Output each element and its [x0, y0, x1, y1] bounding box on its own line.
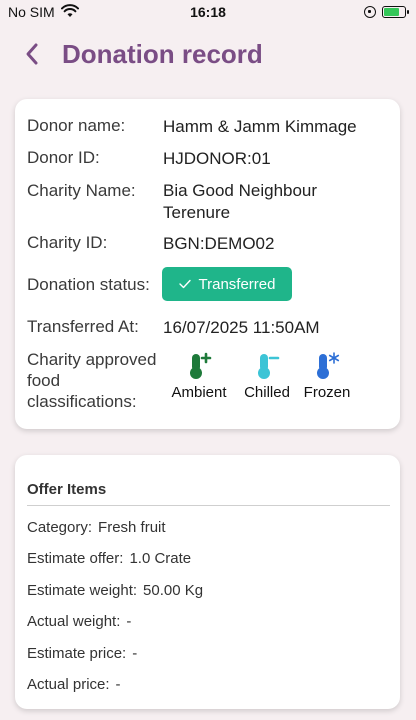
- transferred-at-label: Transferred At:: [27, 317, 139, 336]
- charity-name-line1: Bia Good Neighbour: [163, 181, 318, 200]
- donor-name-value: Hamm & Jamm Kimmage: [163, 117, 357, 136]
- classifications-label: Charity approved food classifications:: [27, 349, 156, 412]
- page-header: Donation record: [0, 32, 416, 76]
- estimate-price-value: -: [132, 645, 138, 662]
- transferred-at-value: 16/07/2025 11:50AM: [163, 318, 320, 337]
- classification-ambient: Ambient: [167, 351, 231, 401]
- estimate-weight-label: Estimate weight:: [27, 582, 138, 599]
- offer-estimate-price-row: Estimate price: -: [27, 645, 137, 662]
- category-value: Fresh fruit: [98, 519, 166, 536]
- actual-weight-label: Actual weight:: [27, 613, 121, 630]
- offer-items-title: Offer Items: [27, 481, 107, 498]
- back-button[interactable]: [16, 38, 48, 70]
- battery-icon: [382, 6, 409, 18]
- donor-id-label: Donor ID:: [27, 148, 100, 167]
- classification-chilled-label: Chilled: [244, 384, 290, 401]
- status-badge-label: Transferred: [198, 275, 276, 293]
- thermometer-minus-icon: [237, 351, 297, 381]
- classification-frozen: Frozen: [299, 351, 355, 401]
- estimate-weight-value: 50.00 Kg: [143, 582, 204, 599]
- estimate-price-label: Estimate price:: [27, 645, 127, 662]
- thermometer-snowflake-icon: [299, 351, 355, 381]
- charity-id-label: Charity ID:: [27, 233, 108, 252]
- donor-name-label: Donor name:: [27, 116, 126, 135]
- check-icon: [178, 279, 191, 289]
- offer-estimate-offer-row: Estimate offer: 1.0 Crate: [27, 550, 191, 567]
- classification-frozen-label: Frozen: [303, 384, 351, 401]
- classification-chilled: Chilled: [237, 351, 297, 401]
- offer-divider: [27, 505, 390, 506]
- chevron-left-icon: [26, 43, 38, 65]
- page-title: Donation record: [62, 38, 263, 69]
- classification-ambient-label: Ambient: [171, 384, 227, 401]
- orientation-lock-icon: [364, 6, 376, 18]
- classifications-label-line3: classifications:: [27, 392, 137, 411]
- status-badge: Transferred: [162, 267, 292, 301]
- status-bar: No SIM 16:18: [0, 0, 416, 24]
- actual-price-label: Actual price:: [27, 676, 110, 693]
- charity-id-value: BGN:DEMO02: [163, 234, 275, 253]
- charity-name-value: Bia Good Neighbour Terenure: [163, 180, 317, 224]
- donation-status-label: Donation status:: [27, 275, 150, 294]
- thermometer-plus-icon: [167, 351, 231, 381]
- clock: 16:18: [190, 4, 226, 20]
- estimate-offer-label: Estimate offer:: [27, 550, 124, 567]
- charity-name-label: Charity Name:: [27, 181, 136, 200]
- charity-name-line2: Terenure: [163, 203, 231, 222]
- offer-actual-weight-row: Actual weight: -: [27, 613, 131, 630]
- classifications-label-line2: food: [27, 371, 61, 390]
- offer-estimate-weight-row: Estimate weight: 50.00 Kg: [27, 582, 203, 599]
- offer-category-row: Category: Fresh fruit: [27, 519, 166, 536]
- donor-id-value: HJDONOR:01: [163, 149, 271, 168]
- classifications-label-line1: Charity approved: [27, 350, 157, 369]
- estimate-offer-value: 1.0 Crate: [129, 550, 192, 567]
- offer-items-card: Offer Items Category: Fresh fruit Estimat…: [15, 455, 400, 709]
- actual-price-value: -: [115, 676, 121, 693]
- category-label: Category:: [27, 519, 93, 536]
- actual-weight-value: -: [126, 613, 132, 630]
- donation-details-card: Donor name: Hamm & Jamm Kimmage Donor ID…: [15, 99, 400, 429]
- offer-actual-price-row: Actual price: -: [27, 676, 121, 693]
